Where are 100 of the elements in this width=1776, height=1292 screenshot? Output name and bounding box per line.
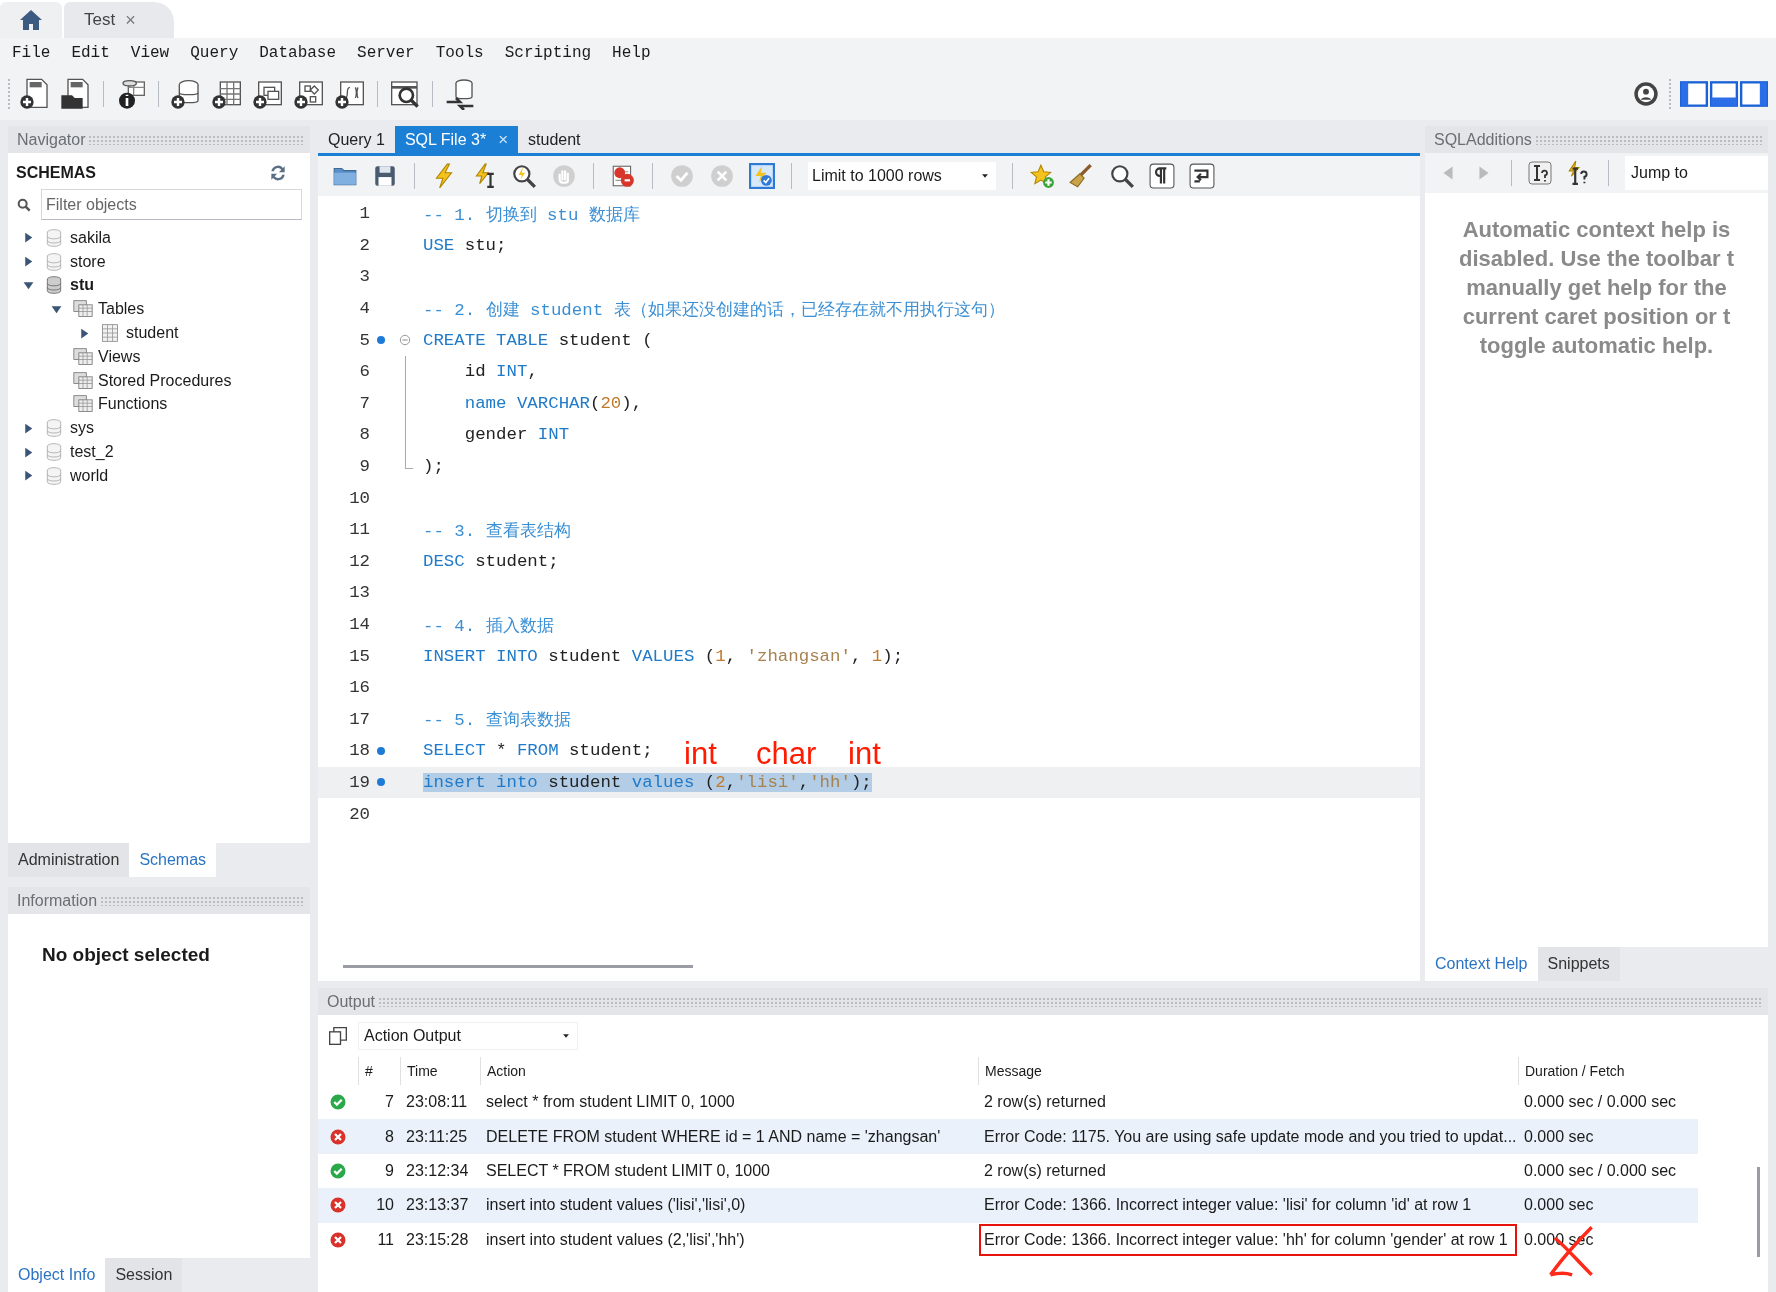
panel-bottom-icon[interactable] [1710, 80, 1738, 108]
explain-magnifier-icon[interactable] [511, 163, 537, 189]
expander-icon[interactable] [22, 255, 35, 269]
column-header[interactable]: Duration / Fetch [1518, 1057, 1688, 1085]
table-cell: 0.000 sec [1524, 1127, 1594, 1146]
editor-tab[interactable]: student [518, 126, 591, 153]
editor-tab[interactable]: SQL File 3* × [394, 126, 519, 153]
menu-item[interactable]: Help [603, 44, 660, 62]
jump-to-dropdown[interactable]: Jump to [1625, 156, 1768, 190]
line-number: 11 [348, 520, 370, 540]
code-line: -- 1. 切换到 stu 数据库 [423, 204, 640, 226]
tree-item[interactable]: Functions [98, 395, 168, 414]
annotation-text: char [756, 742, 817, 766]
database-plus-icon[interactable] [170, 78, 202, 110]
tree-item[interactable]: Views [98, 347, 141, 366]
sql-file-open-icon[interactable] [60, 78, 92, 110]
tree-item[interactable]: store [70, 252, 106, 271]
line-number: 2 [358, 235, 370, 255]
editor-tab[interactable]: Query 1 [318, 126, 395, 153]
tab[interactable]: Schemas [129, 843, 217, 877]
check-circle-icon [329, 1093, 347, 1112]
menu-item[interactable]: Server [348, 44, 424, 62]
line-number: 7 [358, 393, 370, 413]
menu-item[interactable]: File [3, 44, 60, 62]
section-title: SCHEMAS [16, 164, 96, 182]
cursor-help-icon[interactable] [1528, 161, 1552, 185]
column-header[interactable]: Time [400, 1057, 480, 1085]
database-arrows-icon[interactable] [444, 78, 476, 110]
limit-dropdown[interactable]: Limit to 1000 rows [808, 162, 996, 190]
tree-item[interactable]: world [70, 466, 109, 485]
tab[interactable]: Object Info [8, 1258, 106, 1292]
sql-file-plus-icon[interactable] [19, 78, 51, 110]
code-line: -- 5. 查询表数据 [423, 710, 571, 732]
tree-item[interactable]: Tables [98, 300, 145, 319]
search-icon[interactable] [1108, 163, 1135, 189]
autocommit-icon[interactable] [749, 163, 775, 189]
menu-item[interactable]: Database [250, 44, 346, 62]
tab[interactable]: Snippets [1537, 947, 1620, 981]
home-tab[interactable] [0, 2, 62, 38]
column-header[interactable]: # [358, 1057, 400, 1085]
scrollbar-thumb[interactable] [1757, 1167, 1760, 1257]
menu-item[interactable]: Query [181, 44, 248, 62]
line-number: 4 [358, 299, 370, 319]
tree-item[interactable]: student [126, 324, 179, 343]
menu-item[interactable]: Scripting [495, 44, 601, 62]
tab[interactable]: Administration [8, 843, 130, 877]
menu-item[interactable]: Tools [426, 44, 493, 62]
close-button[interactable]: × [125, 9, 136, 31]
panel-title: Output [327, 992, 376, 1011]
tree-item[interactable]: sys [70, 419, 94, 438]
column-header[interactable]: Action [480, 1057, 978, 1085]
view-plus-icon[interactable] [252, 78, 284, 110]
broom-icon[interactable] [1068, 163, 1095, 189]
expander-icon[interactable] [22, 231, 35, 245]
refresh-icon[interactable] [268, 163, 288, 183]
expander-icon[interactable] [22, 279, 35, 292]
function-plus-icon[interactable] [334, 78, 366, 110]
line-number: 12 [348, 551, 370, 571]
folder-table-icon [72, 299, 94, 320]
connection-tab[interactable]: Test × [64, 2, 174, 38]
expander-icon[interactable] [78, 326, 91, 340]
table-cell-text: 23:15:28 [405, 1229, 470, 1250]
info-message: No object selected [41, 943, 211, 966]
filter-field[interactable]: Filter objects [41, 189, 302, 220]
user-gear-icon[interactable] [1632, 80, 1660, 108]
column-header[interactable]: Message [978, 1057, 1518, 1085]
output-mode-dropdown[interactable]: Action Output [358, 1022, 578, 1050]
error-circle-icon [329, 1230, 347, 1249]
scrollbar-thumb[interactable] [343, 965, 693, 968]
code-line: INSERT INTO student VALUES (1, 'zhangsan', 1); [423, 646, 904, 666]
pilcrow-icon[interactable] [1148, 163, 1175, 189]
folder-table-icon [72, 346, 94, 367]
tab[interactable]: Context Help [1425, 947, 1538, 981]
tree-item[interactable]: stu [70, 276, 94, 295]
save-icon[interactable] [372, 163, 398, 189]
sidebar-left-icon[interactable] [1680, 80, 1708, 108]
expander-icon[interactable] [22, 445, 35, 459]
menu-item[interactable]: Edit [62, 44, 119, 62]
menu-item[interactable]: View [121, 44, 179, 62]
stop-on-error-icon[interactable] [610, 163, 636, 189]
wrap-icon[interactable] [1188, 163, 1215, 189]
tree-item[interactable]: test_2 [70, 443, 114, 462]
sidebar-right-icon[interactable] [1740, 80, 1768, 108]
code-line: USE stu; [423, 235, 507, 255]
expander-icon[interactable] [22, 469, 35, 483]
table-plus-icon[interactable] [211, 78, 243, 110]
copy-icon[interactable] [328, 1026, 348, 1046]
tab[interactable]: Session [105, 1258, 183, 1292]
database-icon [44, 442, 64, 463]
database-icon [44, 251, 64, 272]
expander-icon[interactable] [22, 421, 35, 435]
table-search-icon[interactable] [389, 78, 421, 110]
tree-item[interactable]: Stored Procedures [98, 371, 232, 390]
table-cell-text: 8 [384, 1126, 395, 1147]
database-icon [44, 275, 64, 296]
tree-item[interactable]: sakila [70, 228, 111, 247]
star-plus-icon[interactable] [1028, 163, 1055, 189]
tab-label: SQL File 3* [404, 130, 487, 149]
procedure-plus-icon[interactable] [293, 78, 325, 110]
commit-check-icon[interactable] [669, 163, 695, 189]
